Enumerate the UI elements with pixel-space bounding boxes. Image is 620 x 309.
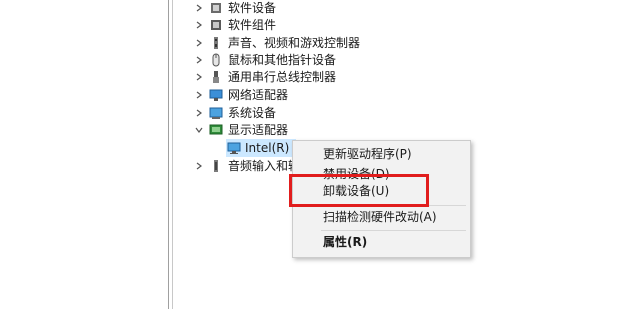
pane-divider-shadow: [172, 0, 173, 309]
tree-item-label: 声音、视频和游戏控制器: [228, 36, 361, 50]
system-device-icon: [209, 106, 223, 120]
tree-item-label: 音频输入和输: [228, 159, 301, 173]
menu-item-update-driver[interactable]: 更新驱动程序(P): [293, 143, 470, 165]
tree-item-label: 软件组件: [228, 18, 277, 32]
annotation-highlight-box: [289, 174, 429, 207]
chevron-right-icon[interactable]: [194, 34, 204, 52]
software-component-icon: [209, 18, 223, 32]
audio-io-icon: [209, 159, 223, 173]
chevron-right-icon[interactable]: [194, 68, 204, 86]
chevron-right-icon[interactable]: [194, 16, 204, 34]
chevron-right-icon[interactable]: [194, 157, 204, 175]
tree-item-label: 通用串行总线控制器: [228, 70, 337, 84]
menu-item-scan-hardware[interactable]: 扫描检测硬件改动(A): [293, 206, 470, 228]
chevron-down-icon[interactable]: [194, 121, 204, 139]
chevron-right-icon[interactable]: [194, 51, 204, 69]
pane-divider: [168, 0, 169, 309]
chevron-right-icon[interactable]: [194, 86, 204, 104]
monitor-icon: [227, 141, 241, 155]
tree-item-label: 网络适配器: [228, 88, 289, 102]
tree-item-label: 鼠标和其他指针设备: [228, 53, 337, 67]
chevron-right-icon[interactable]: [194, 104, 204, 122]
tree-item-label: 软件设备: [228, 1, 277, 15]
display-adapter-icon: [209, 123, 223, 137]
network-adapter-icon: [209, 88, 223, 102]
menu-item-properties[interactable]: 属性(R): [293, 231, 470, 253]
speaker-icon: [209, 36, 223, 50]
software-device-icon: [209, 1, 223, 15]
tree-item-label: 显示适配器: [228, 123, 289, 137]
usb-icon: [209, 70, 223, 84]
chevron-right-icon[interactable]: [194, 0, 204, 17]
mouse-icon: [209, 53, 223, 67]
tree-item-label: 系统设备: [228, 106, 277, 120]
